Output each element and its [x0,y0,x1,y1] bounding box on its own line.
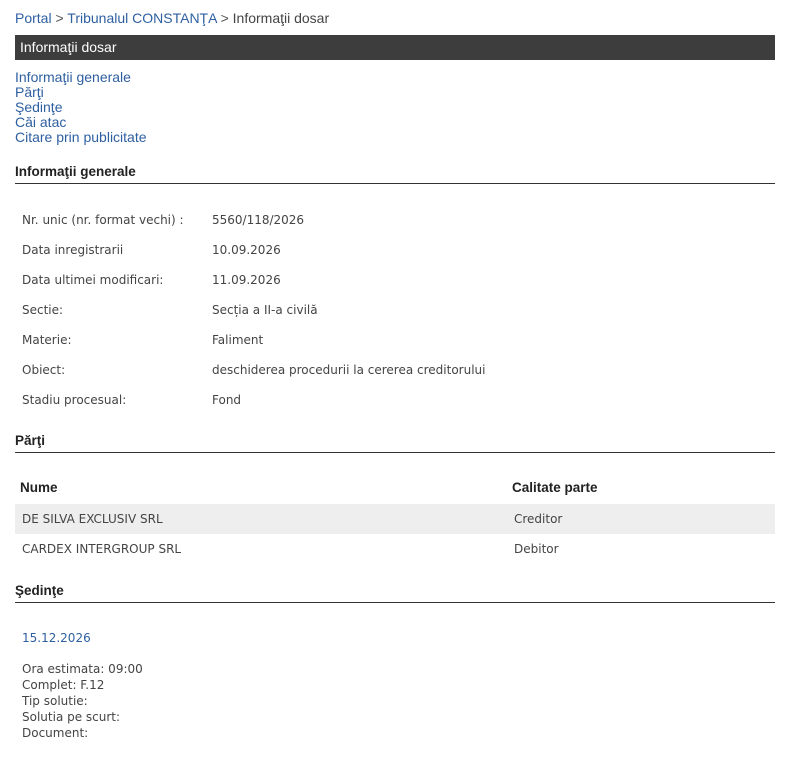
page-title-bar: Informaţii dosar [15,35,775,60]
info-label: Sectie: [22,303,64,317]
info-label: Nr. unic (nr. format vechi) : [22,213,184,227]
hearing-detail-complet: Complet: F.12 [22,678,105,692]
section-nav: Informaţii generale Părţi Şedinţe Căi at… [15,70,147,145]
nav-link-citare[interactable]: Citare prin publicitate [15,130,147,145]
hearing-detail-tip-solutie: Tip solutie: [22,694,88,708]
hearing-detail-document: Document: [22,726,89,740]
info-value: deschiderea procedurii la cererea credit… [212,363,486,377]
hearing-details: Ora estimata: 09:00 Complet: F.12 Tip so… [22,661,143,741]
section-heading-sedinte: Şedinţe [15,583,775,603]
info-value: 11.09.2026 [212,273,281,287]
info-value: 5560/118/2026 [212,213,305,227]
breadcrumb-portal-link[interactable]: Portal [15,10,52,26]
party-name: CARDEX INTERGROUP SRL [22,542,182,556]
breadcrumb: Portal > Tribunalul CONSTANŢA > Informaţ… [15,10,329,26]
breadcrumb-current: Informaţii dosar [232,10,330,26]
info-value: 10.09.2026 [212,243,281,257]
info-value: Secția a II-a civilă [212,303,318,317]
info-label: Data ultimei modificari: [22,273,164,287]
nav-link-informatii-generale[interactable]: Informaţii generale [15,70,147,85]
party-role: Creditor [514,512,563,526]
column-header-calitate: Calitate parte [512,480,598,495]
hearing-date: 15.12.2026 [22,631,91,645]
info-label: Obiect: [22,363,66,377]
parti-table-header: Nume Calitate parte [15,480,775,504]
breadcrumb-court-link[interactable]: Tribunalul CONSTANŢA [67,10,216,26]
nav-link-cai-atac[interactable]: Căi atac [15,115,147,130]
table-row: CARDEX INTERGROUP SRL Debitor [15,534,775,564]
breadcrumb-separator: > [220,10,229,26]
hearing-detail-solutia: Solutia pe scurt: [22,710,121,724]
nav-link-sedinte[interactable]: Şedinţe [15,100,147,115]
breadcrumb-separator: > [55,10,64,26]
info-value: Faliment [212,333,264,347]
column-header-nume: Nume [20,480,58,495]
section-heading-parti: Părţi [15,433,775,453]
info-value: Fond [212,393,242,407]
info-label: Stadiu procesual: [22,393,127,407]
info-label: Data inregistrarii [22,243,124,257]
nav-link-parti[interactable]: Părţi [15,85,147,100]
hearing-detail-ora: Ora estimata: 09:00 [22,662,143,676]
table-row: DE SILVA EXCLUSIV SRL Creditor [15,504,775,534]
party-role: Debitor [514,542,559,556]
info-label: Materie: [22,333,72,347]
party-name: DE SILVA EXCLUSIV SRL [22,512,163,526]
section-heading-general: Informaţii generale [15,164,775,184]
